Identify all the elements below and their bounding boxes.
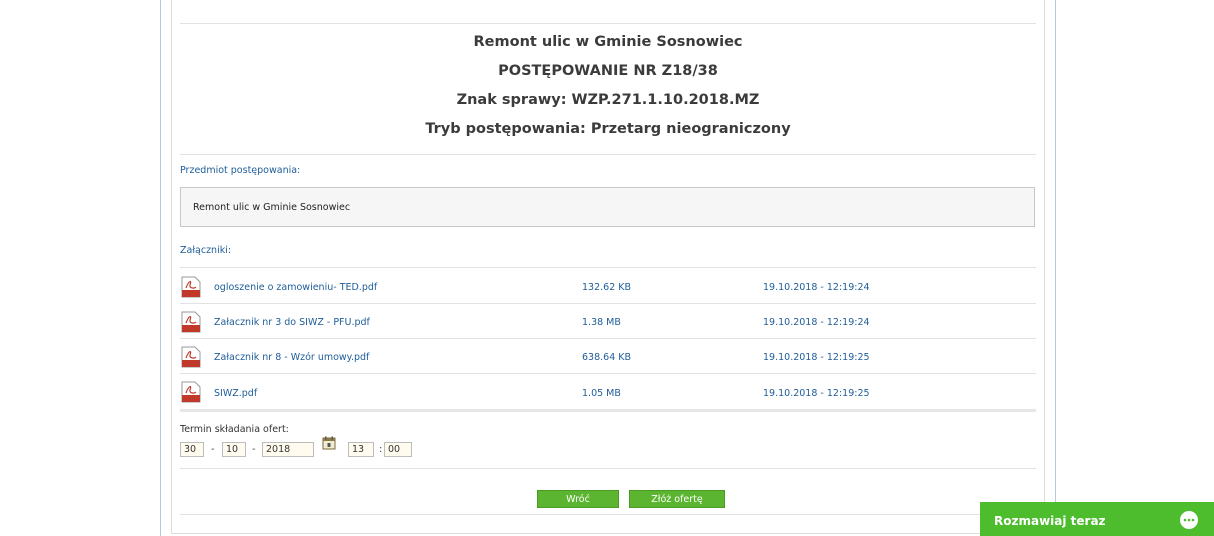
deadline-hour-input[interactable] [348,442,374,457]
divider [180,23,1036,24]
deadline-day-input[interactable] [180,442,204,457]
attachment-size: 1.05 MB [582,388,621,399]
chat-widget[interactable]: Rozmawiaj teraz [980,502,1214,536]
pdf-icon[interactable] [181,311,201,333]
proceeding-title: Remont ulic w Gminie Sosnowiec [473,34,743,50]
attachment-link[interactable]: Załacznik nr 3 do SIWZ - PFU.pdf [214,317,370,328]
chat-label: Rozmawiaj teraz [994,514,1106,528]
attachment-link[interactable]: SIWZ.pdf [214,388,257,399]
attachment-size: 132.62 KB [582,282,632,293]
case-reference: Znak sprawy: WZP.271.1.10.2018.MZ [456,92,760,108]
pdf-icon[interactable] [181,276,201,298]
attachment-date: 19.10.2018 - 12:19:25 [763,352,870,363]
divider [180,154,1036,155]
back-button[interactable]: Wróć [537,490,619,508]
divider [180,267,1036,268]
calendar-icon[interactable] [322,436,336,450]
divider [180,409,1036,412]
deadline-month-input[interactable] [222,442,246,457]
divider [180,468,1036,469]
divider [180,303,1036,304]
proceeding-mode: Tryb postępowania: Przetarg nieograniczo… [425,121,791,137]
chat-bubble-icon [1180,511,1198,529]
subject-box: Remont ulic w Gminie Sosnowiec [180,187,1035,227]
subject-label: Przedmiot postępowania: [180,165,301,176]
submit-offer-button[interactable]: Złóż ofertę [629,490,725,508]
deadline-minute-input[interactable] [384,442,412,457]
attachment-link[interactable]: Załacznik nr 8 - Wzór umowy.pdf [214,352,369,363]
date-separator: - [211,444,215,455]
attachment-date: 19.10.2018 - 12:19:24 [763,282,870,293]
attachment-size: 638.64 KB [582,352,632,363]
proceeding-number: POSTĘPOWANIE NR Z18/38 [498,63,718,79]
attachment-date: 19.10.2018 - 12:19:25 [763,388,870,399]
attachment-link[interactable]: ogloszenie o zamowieniu- TED.pdf [214,282,377,293]
divider [180,338,1036,339]
divider [180,373,1036,374]
attachments-label: Załączniki: [180,245,232,256]
attachment-size: 1.38 MB [582,317,621,328]
subject-value: Remont ulic w Gminie Sosnowiec [193,202,351,213]
date-separator: - [252,444,256,455]
pdf-icon[interactable] [181,346,201,368]
time-separator: : [379,444,383,455]
deadline-year-input[interactable] [262,442,314,457]
pdf-icon[interactable] [181,381,201,403]
attachment-date: 19.10.2018 - 12:19:24 [763,317,870,328]
divider [180,514,1036,515]
deadline-label: Termin składania ofert: [180,424,289,435]
